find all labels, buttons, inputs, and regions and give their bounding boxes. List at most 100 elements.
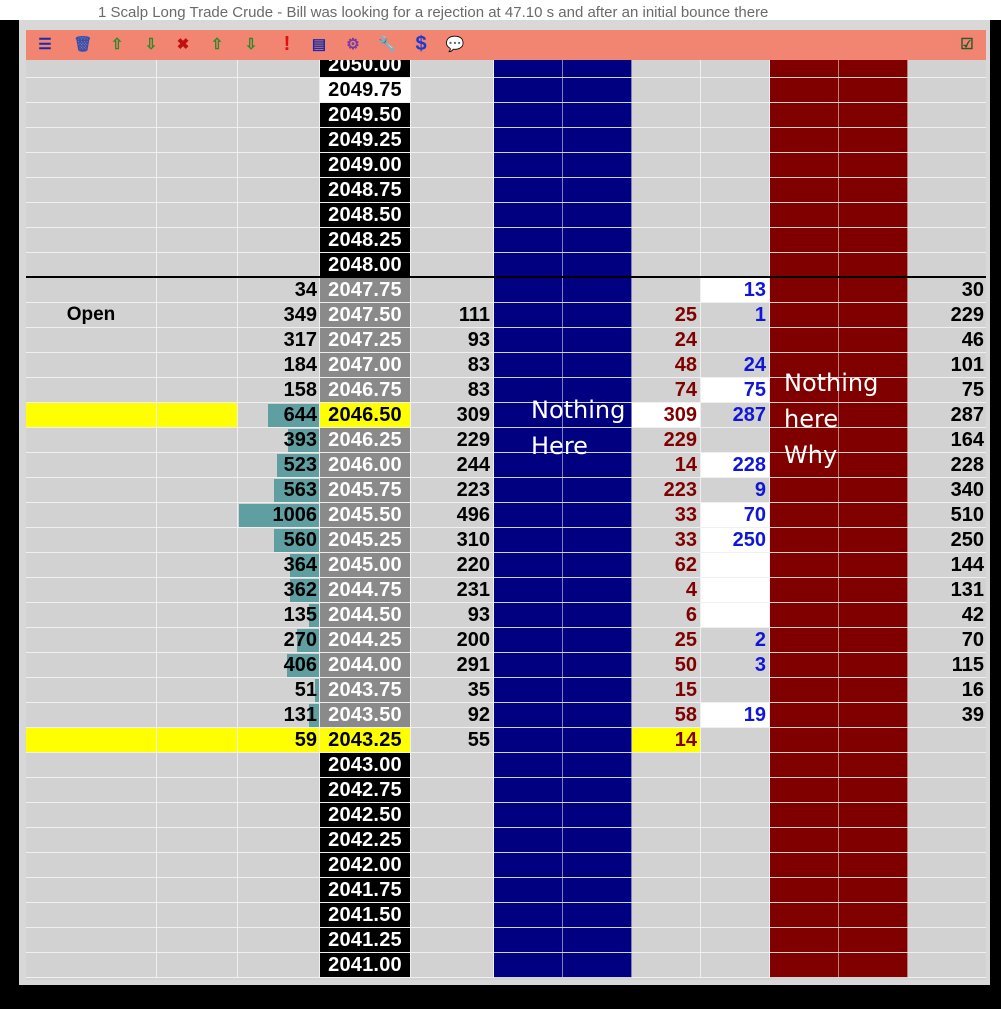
ladder-cell[interactable] — [701, 153, 770, 178]
ladder-cell[interactable] — [411, 853, 494, 878]
ladder-cell[interactable] — [494, 628, 563, 652]
ladder-cell[interactable] — [839, 478, 908, 502]
ladder-cell[interactable] — [632, 228, 701, 253]
ladder-cell[interactable] — [701, 78, 770, 103]
ladder-cell[interactable] — [770, 78, 839, 102]
ladder-cell[interactable] — [238, 778, 320, 803]
ladder-cell[interactable] — [632, 828, 701, 853]
ladder-cell[interactable] — [26, 428, 157, 453]
ladder-cell[interactable] — [494, 703, 563, 727]
ladder-cell[interactable] — [563, 328, 632, 352]
ladder-cell[interactable] — [157, 353, 238, 378]
ladder-cell[interactable] — [908, 253, 986, 278]
ladder-cell[interactable] — [770, 153, 839, 177]
ladder-cell[interactable] — [632, 103, 701, 128]
ladder-cell[interactable] — [157, 628, 238, 653]
ladder-cell[interactable] — [494, 153, 563, 177]
ladder-cell[interactable] — [632, 178, 701, 203]
ladder-cell[interactable] — [494, 903, 563, 927]
ladder-cell[interactable] — [563, 553, 632, 577]
ladder-cell[interactable] — [563, 303, 632, 327]
ladder-cell[interactable] — [770, 303, 839, 327]
ladder-cell[interactable] — [494, 303, 563, 327]
ladder-cell[interactable] — [839, 153, 908, 177]
ladder-cell[interactable] — [839, 928, 908, 952]
price-value[interactable]: 2042.25 — [320, 828, 410, 852]
ladder-cell[interactable] — [701, 203, 770, 228]
ladder-cell[interactable] — [157, 653, 238, 678]
ladder-cell[interactable] — [701, 128, 770, 153]
price-value[interactable]: 2044.75 — [320, 578, 410, 602]
price-value[interactable]: 2044.25 — [320, 628, 410, 652]
price-value[interactable]: 2046.25 — [320, 428, 410, 452]
price-value[interactable]: 2047.25 — [320, 328, 410, 352]
ladder-cell[interactable] — [494, 603, 563, 627]
ladder-cell[interactable] — [839, 178, 908, 202]
ladder-cell[interactable] — [238, 803, 320, 828]
ladder-cell[interactable] — [157, 903, 238, 928]
ladder-center-icon[interactable]: ☰ — [34, 33, 56, 55]
trash-icon[interactable]: 🗑 — [72, 33, 94, 55]
price-value[interactable]: 2045.50 — [320, 503, 410, 527]
ladder-cell[interactable] — [157, 128, 238, 153]
ladder-cell[interactable] — [26, 153, 157, 178]
ladder-cell[interactable] — [411, 278, 494, 303]
ladder-cell[interactable] — [908, 153, 986, 178]
ladder-cell[interactable] — [238, 953, 320, 978]
ladder-cell[interactable] — [563, 953, 632, 977]
ladder-cell[interactable] — [563, 253, 632, 277]
price-value[interactable]: 2044.50 — [320, 603, 410, 627]
price-value[interactable]: 2043.75 — [320, 678, 410, 702]
ladder-cell[interactable] — [238, 153, 320, 178]
ladder-cell[interactable] — [157, 378, 238, 403]
ladder-cell[interactable] — [770, 603, 839, 627]
ladder-cell[interactable] — [157, 828, 238, 853]
ladder-cell[interactable] — [839, 778, 908, 802]
ladder-cell[interactable] — [839, 828, 908, 852]
ladder-cell[interactable] — [411, 153, 494, 178]
ladder-cell[interactable] — [839, 678, 908, 702]
ladder-cell[interactable] — [563, 528, 632, 552]
ladder-cell[interactable] — [157, 78, 238, 103]
ladder-cell[interactable] — [632, 803, 701, 828]
ladder-cell[interactable] — [494, 253, 563, 277]
ladder-cell[interactable] — [770, 553, 839, 577]
ladder-cell[interactable] — [26, 378, 157, 403]
ladder-cell[interactable] — [770, 878, 839, 902]
ladder-cell[interactable] — [494, 178, 563, 202]
ladder-cell[interactable] — [26, 678, 157, 703]
ladder-cell[interactable] — [157, 703, 238, 728]
ladder-cell[interactable] — [563, 678, 632, 702]
ladder-cell[interactable] — [632, 153, 701, 178]
ladder-cell[interactable] — [157, 153, 238, 178]
ladder-cell[interactable] — [770, 653, 839, 677]
ladder-cell[interactable] — [701, 103, 770, 128]
ladder-cell[interactable] — [770, 628, 839, 652]
ladder-cell[interactable] — [26, 103, 157, 128]
ladder-cell[interactable] — [563, 878, 632, 902]
ladder-cell[interactable] — [494, 328, 563, 352]
ladder-cell[interactable] — [839, 528, 908, 552]
ladder-cell[interactable] — [839, 728, 908, 752]
ladder-cell[interactable] — [26, 403, 157, 428]
ladder-cell[interactable] — [632, 903, 701, 928]
ladder-cell[interactable] — [563, 578, 632, 602]
ladder-cell[interactable] — [26, 653, 157, 678]
ladder-cell[interactable] — [770, 853, 839, 877]
ladder-cell[interactable] — [701, 928, 770, 953]
ladder-cell[interactable] — [157, 753, 238, 778]
ladder-cell[interactable] — [157, 453, 238, 478]
ladder-cell[interactable] — [563, 78, 632, 102]
ladder-cell[interactable] — [839, 803, 908, 827]
ladder-cell[interactable] — [839, 653, 908, 677]
ladder-cell[interactable] — [157, 278, 238, 303]
ladder-cell[interactable] — [157, 228, 238, 253]
ladder-cell[interactable] — [770, 203, 839, 227]
ladder-cell[interactable] — [238, 178, 320, 203]
ladder-cell[interactable] — [494, 503, 563, 527]
ladder-cell[interactable] — [839, 103, 908, 127]
ladder-cell[interactable] — [908, 78, 986, 103]
ladder-cell[interactable] — [563, 928, 632, 952]
ladder-cell[interactable] — [494, 353, 563, 377]
ladder-cell[interactable] — [632, 278, 701, 303]
